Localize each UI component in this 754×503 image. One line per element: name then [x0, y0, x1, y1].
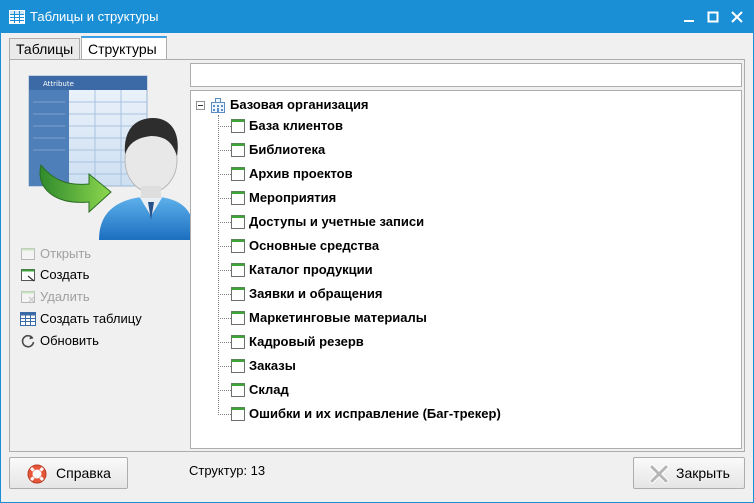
close-button-label: Закрыть — [676, 465, 730, 481]
table-icon — [231, 335, 245, 349]
close-button[interactable]: Закрыть — [633, 457, 745, 489]
table-icon — [231, 191, 245, 205]
tab-tables-label: Таблицы — [16, 41, 74, 57]
maximize-icon — [707, 11, 719, 23]
tree-connector-branch — [218, 414, 231, 415]
table-icon — [231, 263, 245, 277]
open-table-icon — [21, 248, 35, 260]
help-button[interactable]: Справка — [9, 457, 128, 489]
action-delete-label: Удалить — [40, 289, 90, 304]
table-icon — [231, 311, 245, 325]
tree-item-label: Заказы — [249, 358, 296, 373]
refresh-icon — [21, 334, 35, 348]
tree-item-label: Склад — [249, 382, 289, 397]
tree-connector-branch — [218, 126, 231, 127]
table-icon — [231, 215, 245, 229]
table-icon — [231, 119, 245, 133]
dialog-window: Таблицы и структуры Таблицы Структуры At… — [0, 0, 754, 503]
minimize-button[interactable] — [679, 7, 699, 27]
minimize-icon — [684, 20, 694, 22]
user-table-illustration: Attribute — [28, 75, 195, 240]
tree-item-label: Кадровый резерв — [249, 334, 364, 349]
structure-tree[interactable]: Базовая организация База клиентов Библиот… — [190, 90, 742, 449]
tree-connector-branch — [218, 318, 231, 319]
tree-connector-branch — [218, 294, 231, 295]
close-x-icon — [649, 464, 669, 484]
maximize-button[interactable] — [703, 7, 723, 27]
tree-connector-branch — [218, 246, 231, 247]
structures-panel: Attribute Открыть Создать Удалить Создат… — [9, 59, 745, 452]
structure-count: Структур: 13 — [189, 463, 266, 478]
tree-connector-branch — [218, 270, 231, 271]
tree-item-label: Мероприятия — [249, 190, 337, 205]
tree-item-label: База клиентов — [249, 118, 343, 133]
table-app-icon — [9, 10, 25, 24]
tree-item-label: Основные средства — [249, 238, 380, 253]
tree-connector — [218, 115, 219, 415]
table-icon — [231, 239, 245, 253]
table-icon — [231, 383, 245, 397]
table-icon — [231, 287, 245, 301]
filter-input[interactable] — [190, 63, 742, 87]
tree-root-label: Базовая организация — [230, 97, 369, 112]
tree-connector-branch — [218, 198, 231, 199]
tab-tables[interactable]: Таблицы — [9, 38, 80, 60]
window-title: Таблицы и структуры — [30, 9, 159, 24]
lifebuoy-icon — [27, 464, 47, 484]
close-window-button[interactable] — [727, 7, 747, 27]
tree-item-label: Маркетинговые материалы — [249, 310, 427, 325]
tree-connector-branch — [218, 222, 231, 223]
action-create-table-label: Создать таблицу — [40, 311, 142, 326]
create-table-icon — [20, 312, 36, 326]
delete-icon — [21, 291, 35, 303]
tab-structures-label: Структуры — [88, 41, 157, 57]
action-refresh-label: Обновить — [40, 333, 99, 348]
tree-item-label: Доступы и учетные записи — [249, 214, 425, 229]
tree-item-label: Заявки и обращения — [249, 286, 383, 301]
table-icon — [231, 167, 245, 181]
create-icon — [21, 269, 35, 282]
organization-icon — [211, 98, 225, 113]
tab-structures[interactable]: Структуры — [81, 36, 167, 61]
title-bar[interactable]: Таблицы и структуры — [1, 1, 753, 33]
illustration-sheet-header: Attribute — [43, 80, 74, 88]
tree-connector-branch — [218, 174, 231, 175]
table-icon — [231, 407, 245, 421]
action-open-label: Открыть — [40, 246, 92, 261]
tree-item-label: Каталог продукции — [249, 262, 373, 277]
tree-connector-branch — [218, 150, 231, 151]
table-icon — [231, 143, 245, 157]
collapse-toggle[interactable] — [196, 101, 205, 110]
tree-item-label: Ошибки и их исправление (Баг-трекер) — [249, 406, 501, 421]
tree-connector-branch — [218, 390, 231, 391]
help-button-label: Справка — [56, 465, 111, 481]
table-icon — [231, 359, 245, 373]
tree-item-label: Библиотека — [249, 142, 326, 157]
tree-connector-branch — [218, 342, 231, 343]
tree-item-label: Архив проектов — [249, 166, 353, 181]
action-create-label: Создать — [40, 267, 90, 282]
close-icon — [731, 11, 743, 23]
tree-connector-branch — [218, 366, 231, 367]
